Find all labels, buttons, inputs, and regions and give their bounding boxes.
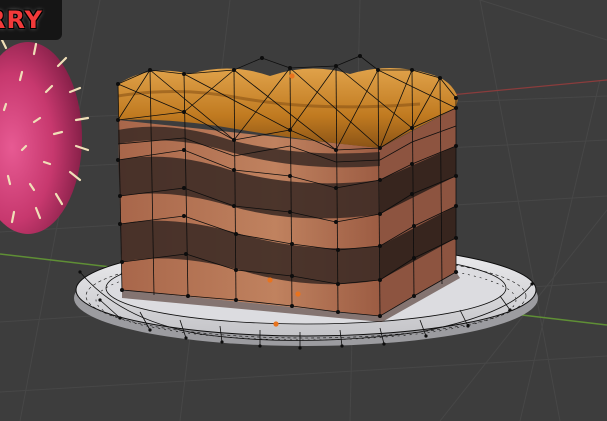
scene-render[interactable]	[0, 0, 607, 421]
label-text: RRY	[0, 6, 44, 34]
y-axis-line	[439, 79, 607, 97]
strawberry-object	[0, 38, 90, 234]
label-card: RRY	[0, 0, 62, 40]
3d-viewport[interactable]: RRY	[0, 0, 607, 421]
